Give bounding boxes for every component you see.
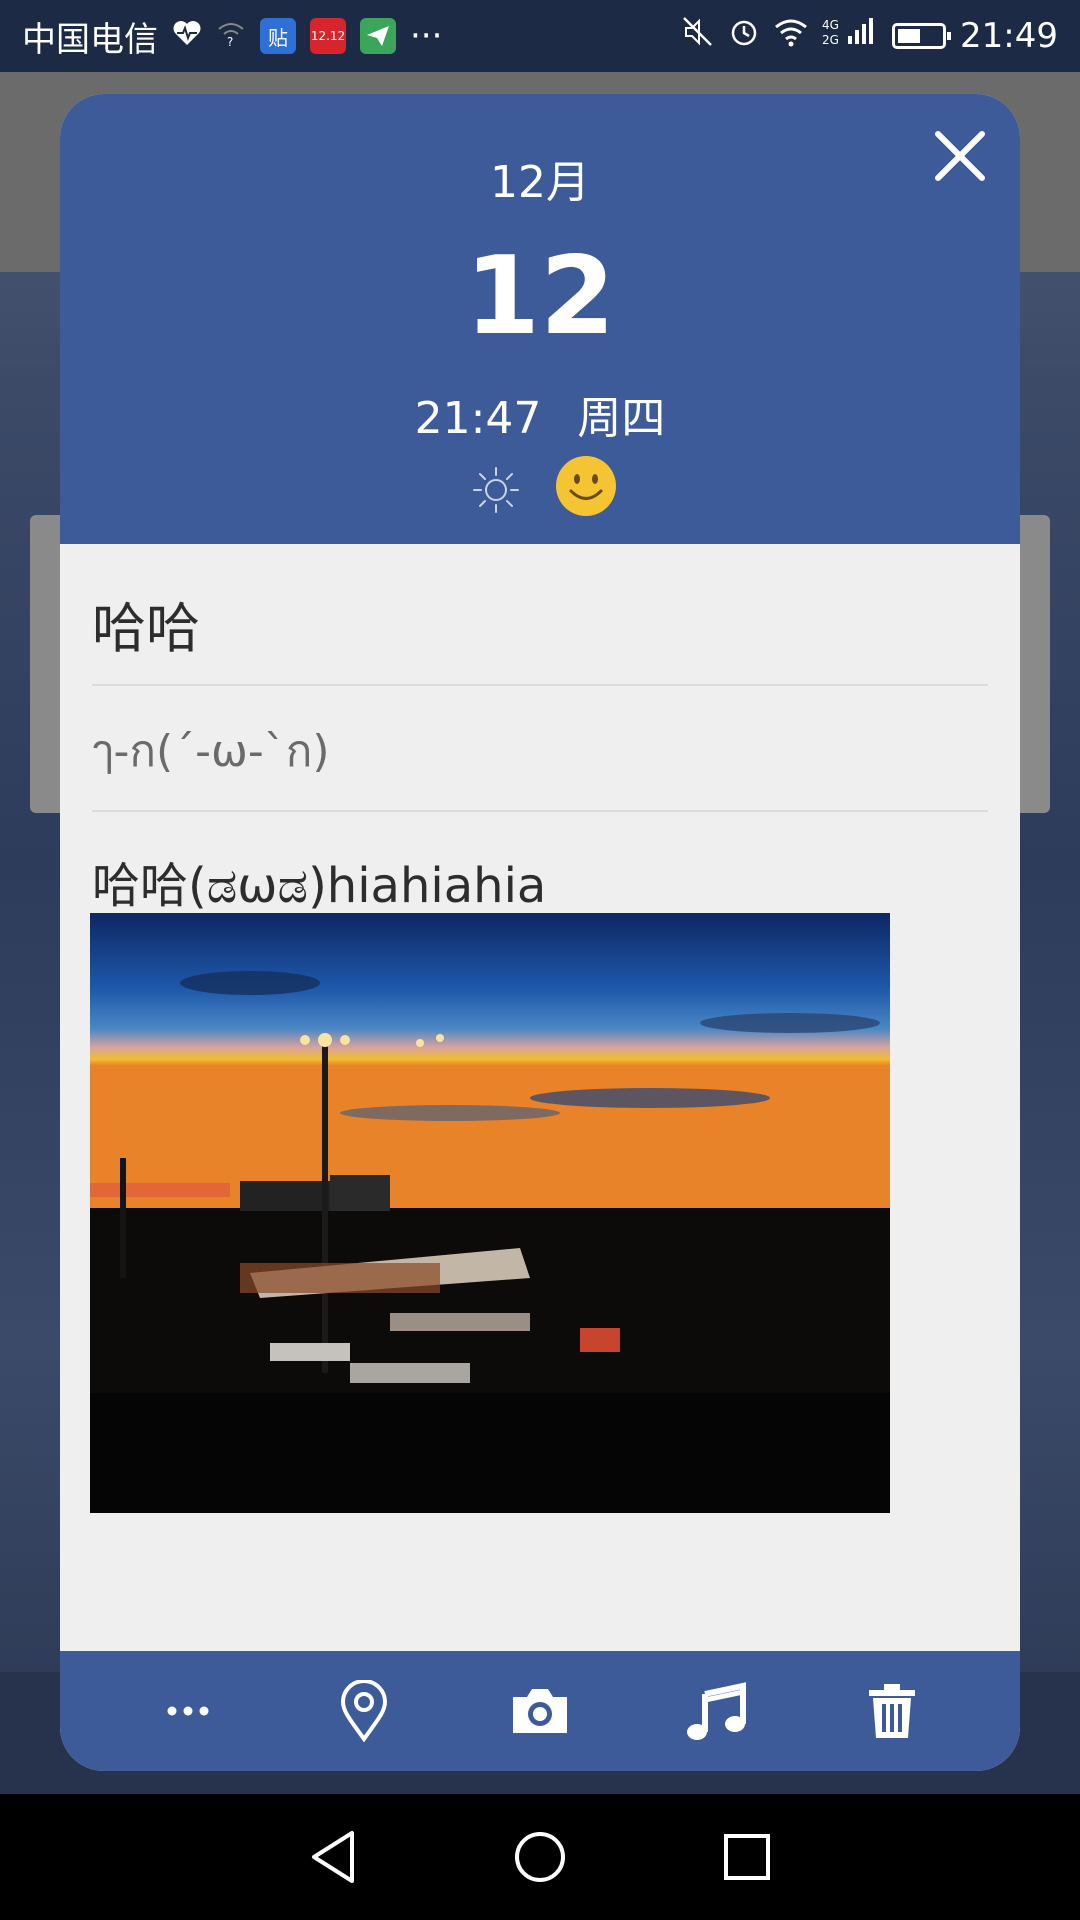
clock-label: 21:49 — [960, 16, 1058, 56]
home-icon[interactable] — [505, 1822, 575, 1892]
entry-title[interactable]: 哈哈 — [92, 584, 200, 663]
weekday-label: 周四 — [577, 393, 666, 444]
status-bar: 中国电信 ? 贴 12.12 ··· 4G 2G 21:49 — [0, 0, 1080, 72]
dialog-body: 哈哈 ๅ-ก(ˊ-ω-ˋก) 哈哈(ಡωಡ)hiahiahia — [60, 544, 1020, 1651]
subtitle-divider — [92, 810, 988, 812]
sun-icon[interactable] — [470, 464, 522, 516]
entry-content[interactable]: 哈哈(ಡωಡ)hiahiahia — [92, 846, 546, 916]
recents-icon[interactable] — [712, 1822, 782, 1892]
music-note-icon[interactable] — [680, 1675, 752, 1747]
navigation-bar — [0, 1794, 1080, 1920]
paper-plane-app-icon — [360, 18, 396, 54]
tieba-app-label: 贴 — [268, 25, 288, 50]
status-left: 中国电信 ? 贴 12.12 ··· — [22, 12, 442, 61]
battery-icon — [892, 23, 952, 49]
carrier-label: 中国电信 — [22, 19, 158, 60]
svg-text:4G: 4G — [822, 18, 839, 32]
back-icon[interactable] — [298, 1822, 368, 1892]
more-notifications: ··· — [410, 16, 443, 56]
airport-sunset-photo[interactable] — [90, 913, 890, 1513]
shopping-app-icon: 12.12 — [310, 18, 346, 54]
alarm-icon — [728, 16, 760, 57]
signal-4g-2g-icon: 4G 2G — [822, 16, 878, 57]
smile-icon[interactable] — [554, 454, 618, 518]
dialog-toolbar — [60, 1651, 1020, 1771]
location-pin-icon[interactable] — [328, 1675, 400, 1747]
svg-text:2G: 2G — [822, 33, 839, 47]
status-right: 4G 2G 21:49 — [682, 16, 1058, 57]
mute-icon — [682, 16, 714, 57]
shopping-app-label: 12.12 — [310, 29, 346, 43]
day-label: 12 — [464, 234, 616, 359]
more-icon[interactable] — [152, 1675, 224, 1747]
camera-icon[interactable] — [504, 1675, 576, 1747]
screen: 中国电信 ? 贴 12.12 ··· 4G 2G 21:49 12月 12 21… — [0, 0, 1080, 1920]
diary-entry-dialog: 12月 12 21:47 周四 哈哈 ๅ-ก(ˊ-ω-ˋก) 哈哈(ಡωಡ)hi… — [60, 94, 1020, 1771]
time-label: 21:47 — [414, 393, 542, 444]
close-icon[interactable] — [928, 124, 992, 188]
time-weekday: 21:47 周四 — [60, 382, 1020, 446]
heart-pulse-icon — [172, 16, 202, 56]
svg-text:?: ? — [227, 35, 233, 47]
wifi-icon — [774, 16, 808, 56]
title-divider — [92, 684, 988, 686]
month-label: 12月 — [490, 157, 590, 208]
dialog-header: 12月 12 21:47 周四 — [60, 94, 1020, 544]
wifi-question-icon: ? — [216, 16, 246, 56]
trash-icon[interactable] — [856, 1675, 928, 1747]
tieba-app-icon: 贴 — [260, 18, 296, 54]
entry-subtitle[interactable]: ๅ-ก(ˊ-ω-ˋก) — [92, 716, 330, 786]
